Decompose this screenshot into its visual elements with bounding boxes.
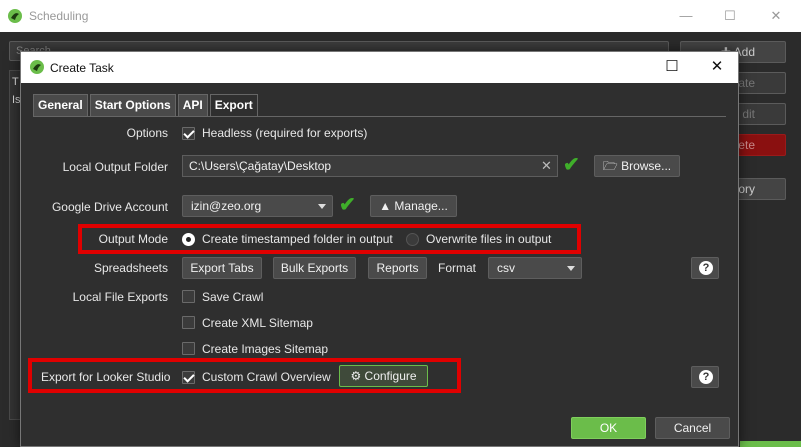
list-item: T bbox=[12, 76, 19, 88]
tab-start-options[interactable]: Start Options bbox=[89, 94, 176, 116]
close-icon[interactable]: ✕ bbox=[766, 6, 786, 26]
timestamped-radio[interactable] bbox=[182, 233, 195, 246]
tab-general[interactable]: General bbox=[33, 94, 88, 116]
maximize-icon[interactable]: ☐ bbox=[660, 57, 684, 77]
save-crawl-label: Save Crawl bbox=[202, 290, 264, 304]
dialog-titlebar: Create Task ☐ ✕ bbox=[21, 52, 738, 83]
help-icon: ? bbox=[699, 261, 713, 275]
clear-icon[interactable]: ✕ bbox=[541, 158, 552, 174]
xml-sitemap-label: Create XML Sitemap bbox=[202, 316, 313, 330]
gear-icon: ⚙ bbox=[350, 369, 365, 383]
chevron-down-icon bbox=[567, 266, 575, 271]
custom-overview-checkbox[interactable] bbox=[182, 371, 195, 384]
reports-button[interactable]: Reports bbox=[368, 257, 427, 279]
tab-export[interactable]: Export bbox=[209, 94, 258, 117]
overwrite-label: Overwrite files in output bbox=[426, 232, 552, 246]
looker-help-button[interactable]: ? bbox=[691, 366, 719, 388]
bulk-exports-button[interactable]: Bulk Exports bbox=[273, 257, 356, 279]
options-label: Options bbox=[126, 126, 168, 140]
format-value: csv bbox=[497, 261, 515, 275]
headless-label: Headless (required for exports) bbox=[202, 126, 368, 140]
headless-checkbox[interactable] bbox=[182, 127, 195, 140]
dialog-title: Create Task bbox=[50, 61, 114, 75]
browse-button[interactable]: 🗁 Browse... bbox=[594, 155, 680, 177]
app-logo-icon bbox=[30, 60, 44, 74]
scheduling-title: Scheduling bbox=[29, 9, 89, 23]
export-tabs-button[interactable]: Export Tabs bbox=[182, 257, 262, 279]
help-icon: ? bbox=[699, 370, 713, 384]
valid-check-icon: ✔ bbox=[563, 154, 580, 176]
configure-button[interactable]: ⚙ Configure bbox=[339, 365, 428, 387]
minimize-icon[interactable]: — bbox=[676, 6, 696, 26]
xml-sitemap-checkbox[interactable] bbox=[182, 316, 195, 329]
maximize-icon[interactable]: ☐ bbox=[720, 6, 740, 26]
local-output-value: C:\Users\Çağatay\Desktop bbox=[189, 159, 332, 173]
local-output-field[interactable]: C:\Users\Çağatay\Desktop bbox=[182, 155, 558, 177]
chevron-down-icon bbox=[318, 204, 326, 209]
custom-overview-label: Custom Crawl Overview bbox=[202, 370, 331, 384]
format-select[interactable]: csv bbox=[488, 257, 582, 279]
folder-icon: 🗁 bbox=[602, 159, 622, 173]
tab-api[interactable]: API bbox=[177, 94, 208, 116]
manage-button[interactable]: ▲ Manage... bbox=[370, 195, 457, 217]
gdrive-account-value: izin@zeo.org bbox=[191, 199, 262, 213]
save-crawl-checkbox[interactable] bbox=[182, 290, 195, 303]
spreadsheets-label: Spreadsheets bbox=[93, 261, 168, 275]
configure-label: Configure bbox=[364, 369, 417, 383]
overwrite-radio[interactable] bbox=[406, 233, 419, 246]
create-task-dialog: Create Task ☐ ✕ General Start Options AP… bbox=[20, 51, 739, 447]
local-output-label: Local Output Folder bbox=[62, 160, 168, 174]
tab-bar: General Start Options API Export bbox=[33, 94, 260, 117]
format-label: Format bbox=[438, 261, 477, 275]
background-ok-button[interactable] bbox=[740, 441, 801, 447]
images-sitemap-label: Create Images Sitemap bbox=[202, 342, 329, 356]
browse-label: Browse... bbox=[621, 159, 672, 173]
scheduling-titlebar: Scheduling — ☐ ✕ bbox=[0, 0, 801, 32]
google-drive-icon: ▲ bbox=[379, 199, 395, 213]
looker-label: Export for Looker Studio bbox=[41, 370, 171, 384]
output-mode-label: Output Mode bbox=[98, 232, 168, 246]
timestamped-label: Create timestamped folder in output bbox=[202, 232, 393, 246]
close-icon[interactable]: ✕ bbox=[705, 57, 729, 77]
gdrive-account-select[interactable]: izin@zeo.org bbox=[182, 195, 333, 217]
gdrive-label: Google Drive Account bbox=[51, 200, 168, 214]
spreadsheets-help-button[interactable]: ? bbox=[691, 257, 719, 279]
app-logo-icon bbox=[8, 9, 22, 23]
local-file-exports-label: Local File Exports bbox=[72, 290, 168, 304]
ok-button[interactable]: OK bbox=[571, 417, 646, 439]
valid-check-icon: ✔ bbox=[339, 194, 356, 216]
cancel-button[interactable]: Cancel bbox=[655, 417, 730, 439]
manage-label: Manage... bbox=[394, 199, 448, 213]
images-sitemap-checkbox[interactable] bbox=[182, 342, 195, 355]
